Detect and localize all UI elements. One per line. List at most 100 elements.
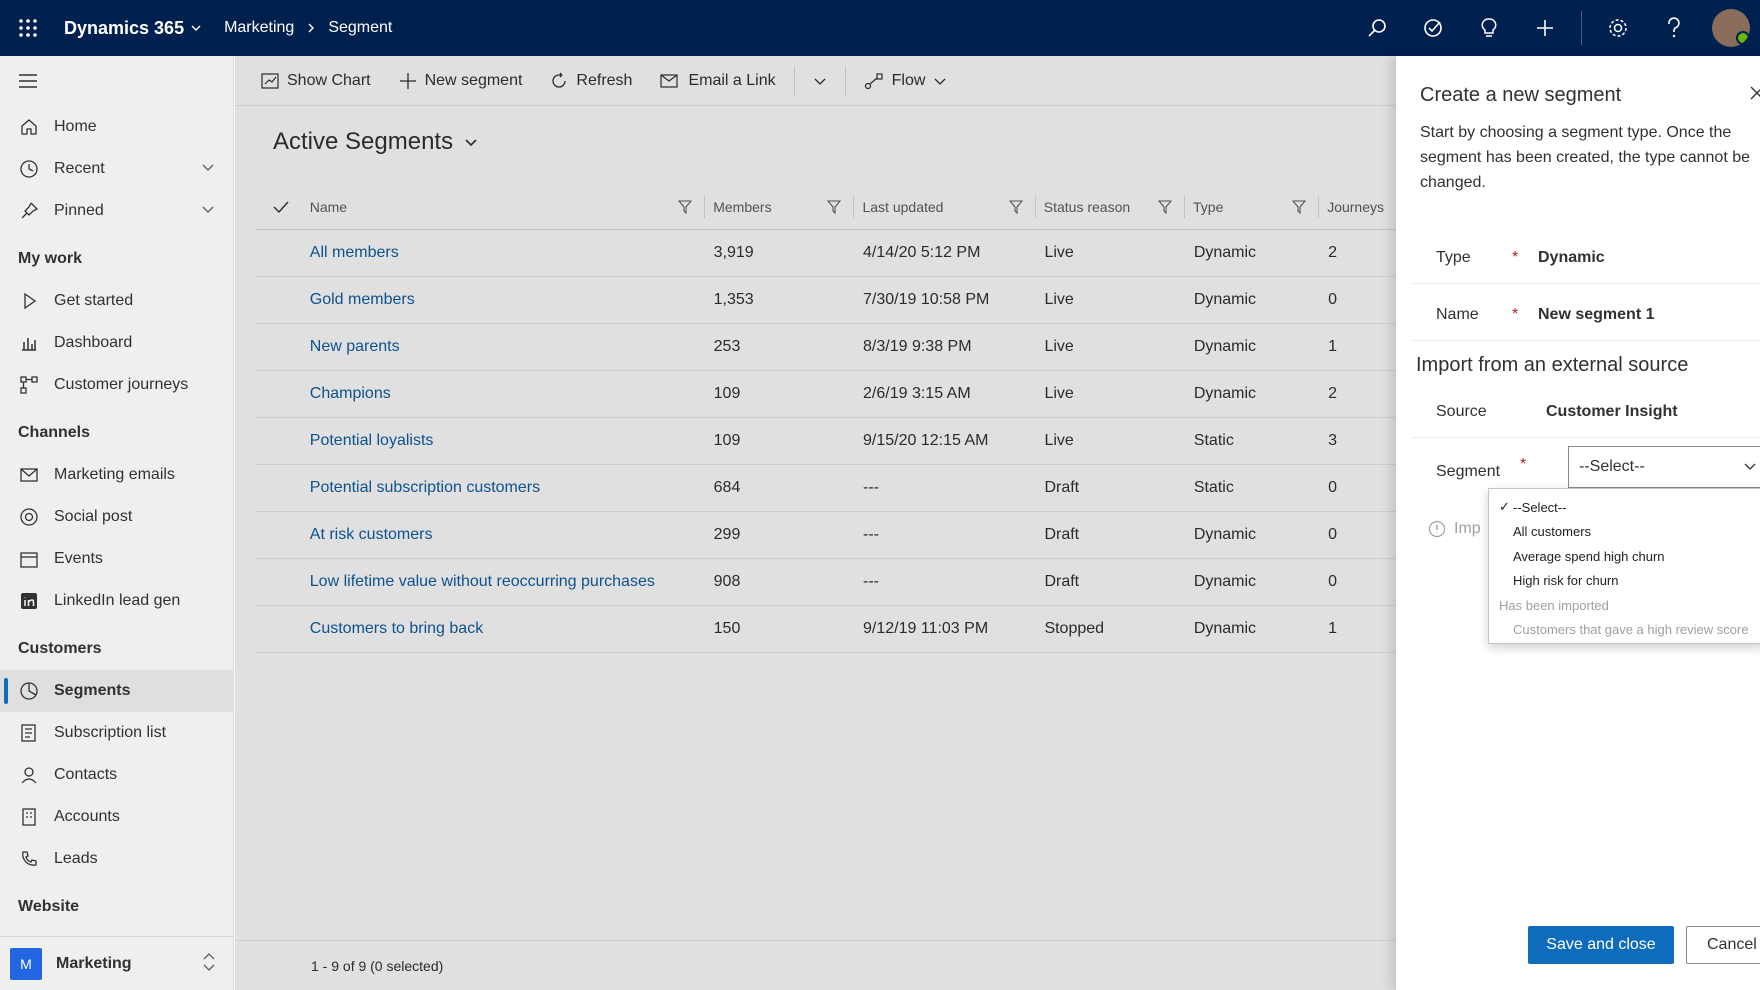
type-value[interactable]: Dynamic xyxy=(1538,249,1605,267)
sidebar-item-linkedin-lead-gen[interactable]: LinkedIn lead gen xyxy=(0,580,233,622)
sidebar-item-social-post[interactable]: Social post xyxy=(0,496,233,538)
sidebar-item-recent[interactable]: Recent xyxy=(0,148,233,190)
dropdown-option-selected[interactable]: ✓ --Select-- xyxy=(1489,495,1760,520)
new-segment-button[interactable]: New segment xyxy=(385,56,537,106)
segment-name-link[interactable]: At risk customers xyxy=(310,526,433,543)
segment-name-link[interactable]: Potential loyalists xyxy=(310,432,434,449)
segment-name-link[interactable]: Customers to bring back xyxy=(310,620,483,637)
members-cell: 299 xyxy=(713,526,741,543)
table-row[interactable]: At risk customers 299 --- Draft Dynamic … xyxy=(255,512,1396,559)
dropdown-option[interactable]: All customers xyxy=(1489,520,1760,545)
search-icon[interactable] xyxy=(1349,0,1405,56)
table-row[interactable]: All members 3,919 4/14/20 5:12 PM Live D… xyxy=(255,230,1396,277)
flow-button[interactable]: Flow xyxy=(850,56,962,106)
sidebar-item-accounts[interactable]: Accounts xyxy=(0,796,233,838)
app-switcher[interactable]: Dynamics 365 xyxy=(64,18,202,39)
segment-name-link[interactable]: Potential subscription customers xyxy=(310,479,540,496)
app-launcher-icon[interactable] xyxy=(0,0,56,56)
filter-icon[interactable] xyxy=(1158,199,1172,214)
flow-icon xyxy=(864,72,884,90)
table-row[interactable]: Customers to bring back 150 9/12/19 11:0… xyxy=(255,606,1396,653)
type-field[interactable]: Type * Dynamic xyxy=(1412,232,1760,284)
sidebar-item-contacts[interactable]: Contacts xyxy=(0,754,233,796)
sidebar-item-events[interactable]: Events xyxy=(0,538,233,580)
last-updated-cell: 9/15/20 12:15 AM xyxy=(863,432,989,449)
chevron-down-icon[interactable] xyxy=(201,160,215,174)
source-value[interactable]: Customer Insight xyxy=(1546,403,1678,421)
last-updated-cell: --- xyxy=(863,573,879,590)
required-marker: * xyxy=(1512,305,1519,323)
email-link-button[interactable]: Email a Link xyxy=(646,56,789,106)
sidebar-item-get-started[interactable]: Get started xyxy=(0,280,233,322)
segment-name-link[interactable]: Gold members xyxy=(310,291,415,308)
table-row[interactable]: Low lifetime value without reoccurring p… xyxy=(255,559,1396,606)
status-cell: Draft xyxy=(1044,479,1080,496)
column-header-members[interactable]: Members xyxy=(713,195,855,218)
segment-name-link[interactable]: Champions xyxy=(310,385,391,402)
last-updated-cell: 2/6/19 3:15 AM xyxy=(863,385,971,402)
segment-select[interactable]: --Select-- xyxy=(1568,446,1760,488)
column-header-name[interactable]: Name xyxy=(310,195,706,218)
segment-name-link[interactable]: New parents xyxy=(310,338,400,355)
social-icon xyxy=(18,506,40,528)
cancel-button[interactable]: Cancel xyxy=(1686,926,1760,964)
chevron-down-icon[interactable] xyxy=(201,202,215,216)
sidebar-item-leads[interactable]: Leads xyxy=(0,838,233,880)
filter-icon[interactable] xyxy=(1292,199,1307,214)
dropdown-option[interactable]: Average spend high churn xyxy=(1489,544,1760,569)
table-row[interactable]: New parents 253 8/3/19 9:38 PM Live Dyna… xyxy=(255,324,1396,371)
source-field[interactable]: Source Customer Insight xyxy=(1412,386,1760,438)
close-icon[interactable] xyxy=(1750,86,1760,100)
type-cell: Dynamic xyxy=(1193,385,1257,402)
chevron-down-icon xyxy=(1743,459,1757,473)
gear-icon[interactable] xyxy=(1590,0,1646,56)
sidebar-item-dashboard[interactable]: Dashboard xyxy=(0,322,233,364)
help-icon[interactable] xyxy=(1646,0,1702,56)
name-field[interactable]: Name * New segment 1 xyxy=(1412,289,1760,341)
sidebar-item-marketing-emails[interactable]: Marketing emails xyxy=(0,454,233,496)
last-updated-cell: --- xyxy=(863,526,879,543)
flow-label: Flow xyxy=(891,71,926,89)
segment-name-link[interactable]: All members xyxy=(310,244,399,261)
sidebar-item-pinned[interactable]: Pinned xyxy=(0,190,233,232)
segment-name-link[interactable]: Low lifetime value without reoccurring p… xyxy=(310,573,655,590)
column-header-status-reason[interactable]: Status reason xyxy=(1044,195,1185,218)
last-updated-cell: 7/30/19 10:58 PM xyxy=(863,291,990,308)
hamburger-menu-icon[interactable] xyxy=(0,56,233,106)
name-label: Name xyxy=(1436,305,1479,323)
filter-icon[interactable] xyxy=(1008,199,1023,214)
table-row[interactable]: Potential loyalists 109 9/15/20 12:15 AM… xyxy=(255,418,1396,465)
chevron-right-icon xyxy=(306,22,316,34)
name-value[interactable]: New segment 1 xyxy=(1538,306,1654,324)
table-row[interactable]: Potential subscription customers 684 ---… xyxy=(255,465,1396,512)
column-header-journeys[interactable]: Journeys xyxy=(1327,196,1396,218)
filter-icon[interactable] xyxy=(827,199,842,214)
save-and-close-button[interactable]: Save and close xyxy=(1528,926,1674,964)
sidebar-item-home[interactable]: Home xyxy=(0,106,233,148)
view-selector[interactable]: Active Segments xyxy=(273,128,479,156)
table-row[interactable]: Gold members 1,353 7/30/19 10:58 PM Live… xyxy=(255,277,1396,324)
sidebar-item-subscription-list[interactable]: Subscription list xyxy=(0,712,233,754)
info-text: Imp xyxy=(1454,520,1481,537)
play-icon xyxy=(18,290,40,312)
lightbulb-icon[interactable] xyxy=(1461,0,1517,56)
last-updated-cell: 8/3/19 9:38 PM xyxy=(863,338,972,355)
sidebar-item-segments[interactable]: Segments xyxy=(0,670,233,712)
column-header-type[interactable]: Type xyxy=(1193,195,1320,218)
more-commands-button[interactable] xyxy=(799,56,841,106)
avatar[interactable] xyxy=(1712,9,1750,47)
sidebar-item-customer-journeys[interactable]: Customer journeys xyxy=(0,364,233,406)
filter-icon[interactable] xyxy=(678,199,693,214)
select-all-checkbox[interactable] xyxy=(255,200,308,214)
plus-icon[interactable] xyxy=(1517,0,1573,56)
assistant-icon[interactable] xyxy=(1405,0,1461,56)
area-switcher[interactable]: M Marketing xyxy=(0,936,234,990)
column-header-last-updated[interactable]: Last updated xyxy=(862,195,1036,218)
type-cell: Dynamic xyxy=(1193,244,1257,261)
breadcrumb-marketing[interactable]: Marketing xyxy=(224,19,294,37)
table-row[interactable]: Champions 109 2/6/19 3:15 AM Live Dynami… xyxy=(255,371,1396,418)
show-chart-button[interactable]: Show Chart xyxy=(247,56,385,106)
refresh-button[interactable]: Refresh xyxy=(536,56,646,106)
sidebar-item-label: Recent xyxy=(54,160,105,177)
dropdown-option[interactable]: High risk for churn xyxy=(1489,569,1760,594)
